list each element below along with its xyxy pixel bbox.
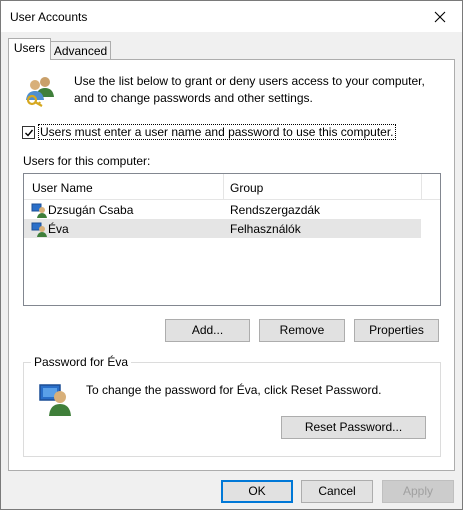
- tab-advanced-label: Advanced: [53, 44, 108, 58]
- table-row[interactable]: Dzsugán Csaba Rendszergazdák: [24, 200, 421, 219]
- tab-advanced[interactable]: Advanced: [51, 41, 111, 60]
- title-bar: User Accounts: [1, 1, 462, 32]
- user-group-cell: Rendszergazdák: [230, 203, 321, 217]
- user-group-cell: Felhasználók: [230, 222, 301, 236]
- user-name-cell: Éva: [48, 222, 69, 236]
- add-user-button[interactable]: Add...: [165, 319, 250, 342]
- cancel-button-label: Cancel: [318, 484, 356, 498]
- add-button-label: Add...: [191, 323, 224, 337]
- remove-user-button[interactable]: Remove: [259, 319, 345, 342]
- ok-button[interactable]: OK: [221, 480, 293, 503]
- user-icon: [31, 203, 47, 218]
- users-list-label: Users for this computer:: [23, 154, 151, 168]
- require-login-row[interactable]: Users must enter a user name and passwor…: [22, 124, 396, 140]
- column-divider[interactable]: [421, 174, 422, 199]
- password-instruction-text: To change the password for Éva, click Re…: [86, 383, 382, 397]
- ok-button-label: OK: [248, 484, 266, 498]
- window-title: User Accounts: [10, 10, 88, 24]
- column-header-user-name[interactable]: User Name: [32, 181, 93, 195]
- column-header-group[interactable]: Group: [230, 181, 263, 195]
- close-button[interactable]: [418, 1, 462, 32]
- list-header: User Name Group: [24, 174, 440, 200]
- tab-users[interactable]: Users: [8, 38, 51, 60]
- require-login-label[interactable]: Users must enter a user name and passwor…: [38, 124, 396, 140]
- apply-button[interactable]: Apply: [382, 480, 454, 503]
- close-icon: [434, 11, 446, 22]
- properties-button-label: Properties: [369, 323, 424, 337]
- user-accounts-window: User Accounts Users Advanced Use the lis…: [0, 0, 463, 510]
- user-icon: [31, 222, 47, 237]
- users-list[interactable]: User Name Group Dzsugán Csaba Rendszerga…: [23, 173, 441, 306]
- intro-text: Use the list below to grant or deny user…: [74, 74, 425, 105]
- password-group-box: [23, 362, 441, 457]
- reset-password-button-label: Reset Password...: [304, 420, 403, 434]
- apply-button-label: Apply: [402, 484, 434, 498]
- table-row[interactable]: Éva Felhasználók: [24, 219, 421, 238]
- checkmark-icon: [24, 129, 33, 137]
- properties-button[interactable]: Properties: [354, 319, 439, 342]
- remove-button-label: Remove: [279, 323, 325, 337]
- column-divider[interactable]: [223, 174, 224, 199]
- users-key-icon: [26, 77, 54, 107]
- reset-password-button[interactable]: Reset Password...: [281, 416, 426, 439]
- user-monitor-icon: [39, 384, 71, 416]
- cancel-button[interactable]: Cancel: [301, 480, 373, 503]
- password-group-label: Password for Éva: [31, 355, 132, 369]
- tab-users-label: Users: [13, 41, 46, 55]
- user-name-cell: Dzsugán Csaba: [48, 203, 134, 217]
- require-login-checkbox[interactable]: [22, 126, 35, 139]
